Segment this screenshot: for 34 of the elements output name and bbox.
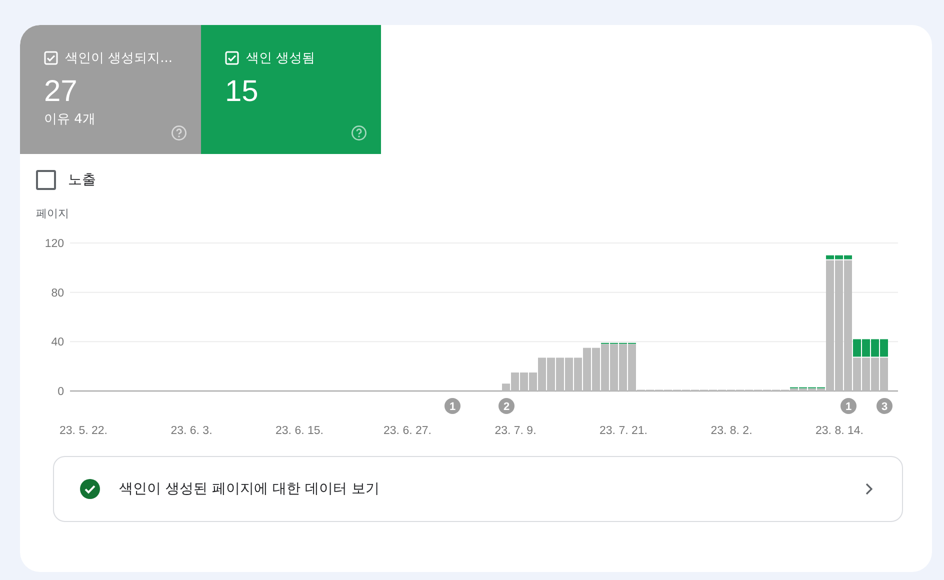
status-tile[interactable]: 색인 생성됨 15 (201, 25, 381, 154)
tile-sublabel: 이유 4개 (44, 111, 96, 128)
tile-label: 색인이 생성되지... (65, 50, 173, 67)
checkbox-icon[interactable] (44, 51, 58, 65)
y-tick-label: 120 (44, 238, 64, 250)
help-icon[interactable] (351, 125, 367, 141)
checkbox-icon[interactable] (225, 51, 239, 65)
x-tick-label: 23. 7. 21. (600, 425, 648, 437)
tile-count: 15 (225, 74, 260, 110)
tile-count: 27 (44, 74, 78, 110)
x-tick-label: 23. 6. 3. (170, 425, 212, 437)
event-marker[interactable]: 2 (498, 398, 514, 414)
event-marker[interactable]: 1 (840, 398, 856, 414)
tile-label: 색인 생성됨 (246, 50, 316, 67)
x-tick-label: 23. 8. 2. (710, 425, 752, 437)
event-marker[interactable]: 1 (444, 398, 460, 414)
x-tick-label: 23. 6. 15. (276, 425, 324, 437)
status-tile[interactable]: 색인이 생성되지... 27 이유 4개 (20, 25, 201, 154)
checkbox-label: 노출 (68, 171, 96, 189)
help-icon[interactable] (171, 125, 187, 141)
x-tick-label: 23. 8. 14. (816, 425, 864, 437)
y-tick-label: 0 (58, 386, 64, 398)
x-tick-label: 23. 6. 27. (384, 425, 432, 437)
y-tick-label: 40 (51, 336, 64, 349)
event-marker[interactable]: 3 (876, 398, 892, 414)
checkbox[interactable] (36, 170, 56, 190)
x-tick-label: 23. 5. 22. (60, 425, 108, 437)
axis-title: 페이지 (36, 206, 69, 221)
y-tick-label: 80 (51, 287, 64, 300)
chevron-right-icon (864, 482, 874, 496)
link-label: 색인이 생성된 페이지에 대한 데이터 보기 (119, 480, 380, 498)
x-tick-label: 23. 7. 9. (494, 425, 536, 437)
check-circle-icon (80, 479, 100, 499)
view-data-link[interactable]: 색인이 생성된 페이지에 대한 데이터 보기 (53, 456, 903, 522)
